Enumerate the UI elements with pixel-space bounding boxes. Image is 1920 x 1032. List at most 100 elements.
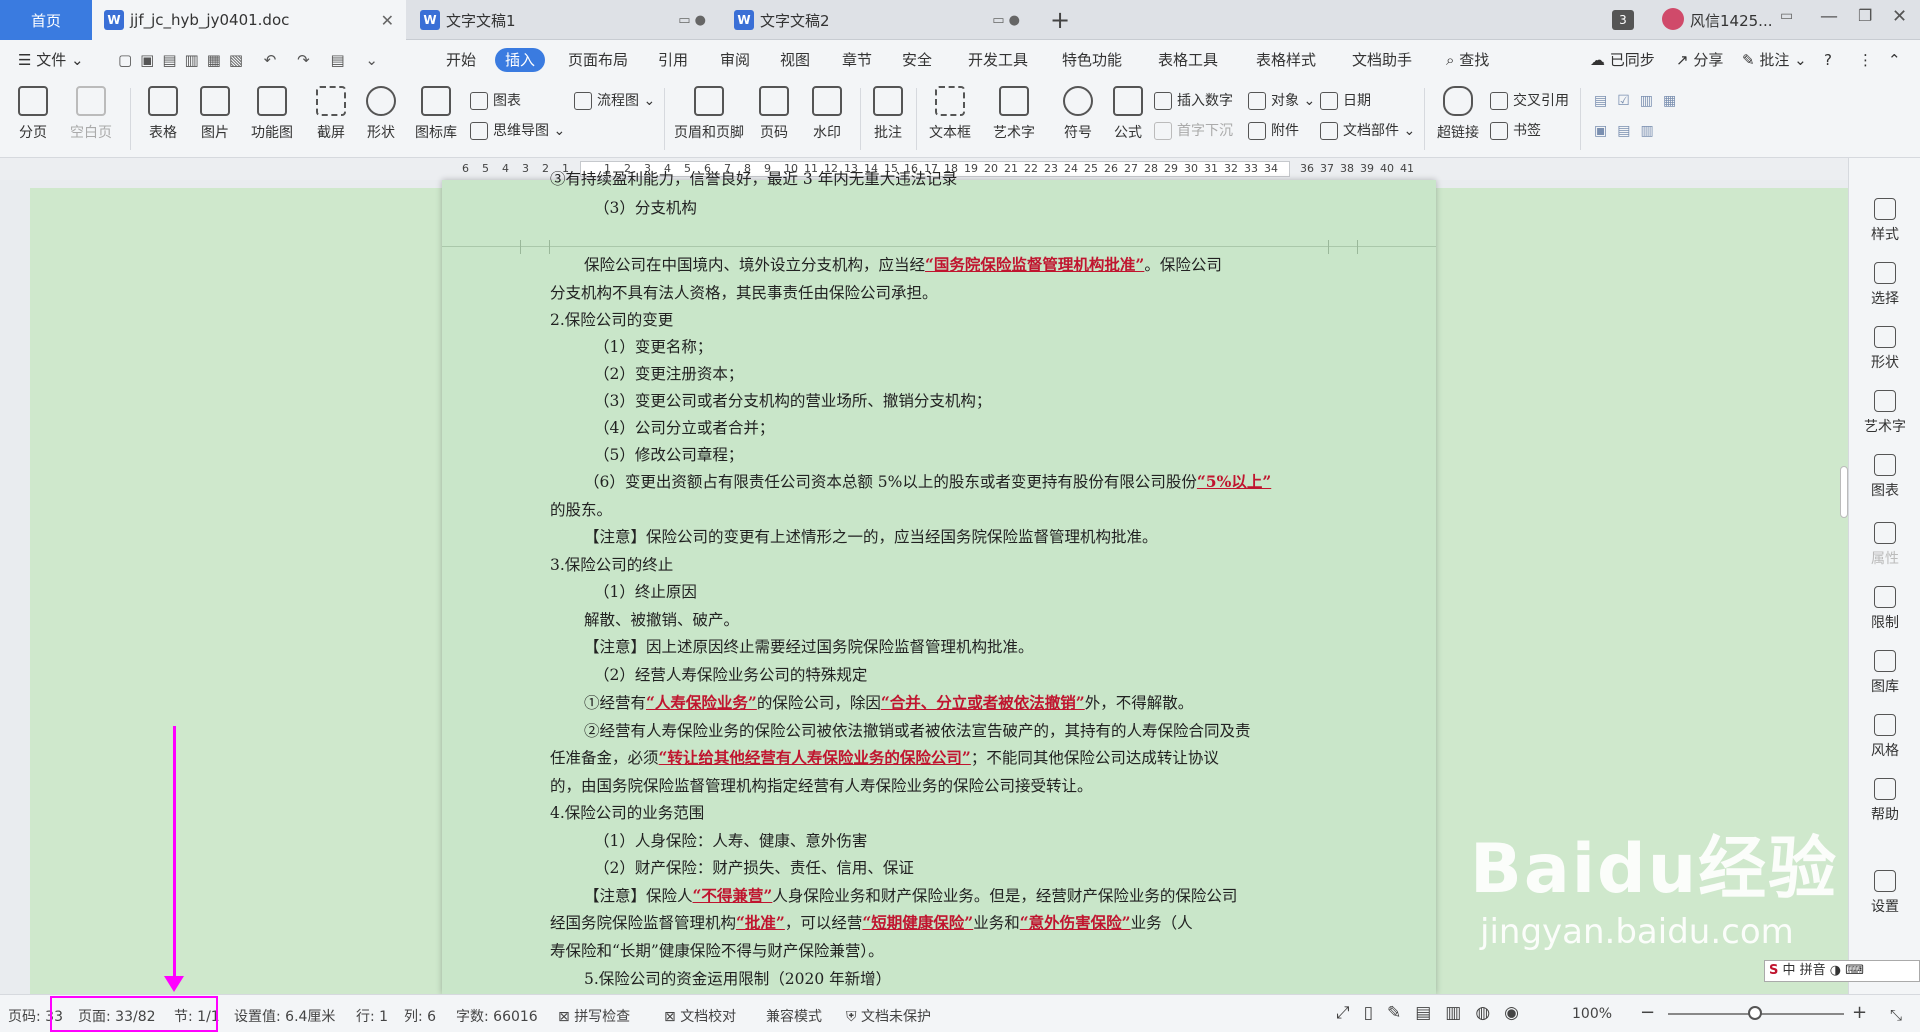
page-number-button[interactable]: 页码 (752, 86, 796, 154)
watermark-button[interactable]: 水印 (802, 86, 852, 154)
attachment-button[interactable]: 附件 (1248, 118, 1299, 144)
form-controls-row-1[interactable]: ▤☑▥▦ (1594, 88, 1686, 114)
doc-paragraph-line[interactable]: （1）人身保险：人寿、健康、意外伤害 (594, 830, 867, 852)
panel-shape-button[interactable]: 形状 (1849, 326, 1920, 372)
zoom-level[interactable]: 100% (1572, 1006, 1612, 1022)
doc-paragraph-line[interactable]: 3.保险公司的终止 (550, 554, 673, 576)
doc-paragraph-line[interactable]: ②经营有人寿保险业务的保险公司被依法撤销或者被依法宣告破产的，其持有的人寿保险合… (584, 720, 1251, 742)
skin-icon[interactable]: ▭ (1780, 8, 1793, 24)
insert-number-button[interactable]: 插入数字 (1154, 88, 1233, 114)
zoom-out-icon[interactable]: − (1640, 1002, 1655, 1023)
user-name[interactable]: 风信1425... (1690, 10, 1772, 31)
quick-access-icons[interactable]: ▢▣▤▥▦▧ ↶ ↷ ▤ ⌄ (118, 48, 386, 72)
tab-doc-2[interactable]: W 文字文稿2 ▭ ● (722, 0, 1032, 40)
doc-paragraph-line[interactable]: （2）变更注册资本； (594, 363, 743, 385)
doc-paragraph-line[interactable]: （2）经营人寿保险业务公司的特殊规定 (594, 664, 867, 686)
doc-paragraph-line[interactable]: （6）变更出资额占有限责任公司资本总额 5%以上的股东或者变更持有股份有限公司股… (584, 471, 1271, 493)
menu-item-view[interactable]: 视图 (780, 48, 810, 72)
function-chart-button[interactable]: 功能图 (242, 86, 302, 154)
view-mode-icons[interactable]: ⤢▯✎▤▥◍◉ (1336, 1003, 1533, 1023)
doc-paragraph-line[interactable]: （4）公司分立或者合并； (594, 417, 774, 439)
doc-paragraph-line[interactable]: 【注意】保险人“不得兼营”人身保险业务和财产保险业务。但是，经营财产保险业务的保… (584, 885, 1237, 907)
tab-doc-1[interactable]: W 文字文稿1 ▭ ● (408, 0, 718, 40)
collapse-ribbon-icon[interactable]: ⌃ (1888, 48, 1901, 72)
menu-item-review[interactable]: 审阅 (720, 48, 750, 72)
close-window-icon[interactable]: ✕ (1892, 6, 1907, 27)
status-word-count[interactable]: 字数: 66016 (456, 1006, 538, 1026)
menu-item-table-style[interactable]: 表格样式 (1256, 48, 1316, 72)
doc-paragraph-line[interactable]: （3）分支机构 (594, 197, 697, 219)
panel-gallery-button[interactable]: 图库 (1849, 650, 1920, 696)
more-icon[interactable]: ⋮ (1858, 48, 1873, 72)
comment-button[interactable]: ✎ 批注 ⌄ (1742, 48, 1807, 72)
protect-button[interactable]: ⛨ 文档未保护 (846, 1006, 931, 1026)
panel-style-button[interactable]: 样式 (1849, 198, 1920, 244)
ime-toolbar[interactable]: S 中 拼音 ◑ ⌨ (1764, 960, 1920, 982)
menu-item-assistant[interactable]: 文档助手 (1352, 48, 1412, 72)
spell-check-button[interactable]: ⊠ 拼写检查 (558, 1006, 630, 1026)
tab-doc-active[interactable]: W jjf_jc_hyb_jy0401.doc ✕ (92, 0, 406, 40)
menu-item-insert[interactable]: 插入 (495, 48, 546, 72)
wordart-button[interactable]: 艺术字 (986, 86, 1042, 154)
menu-item-security[interactable]: 安全 (902, 48, 932, 72)
minimize-icon[interactable]: — (1820, 6, 1838, 27)
blank-page-button[interactable]: 空白页 (62, 86, 120, 154)
date-button[interactable]: 日期 (1320, 88, 1371, 114)
form-controls-row-2[interactable]: ▣▤▥ (1594, 118, 1664, 144)
doc-parts-button[interactable]: 文档部件 ⌄ (1320, 118, 1415, 144)
drop-cap-button[interactable]: 首字下沉 (1154, 118, 1233, 144)
doc-paragraph-line[interactable]: （1）变更名称； (594, 336, 712, 358)
picture-button[interactable]: 图片 (192, 86, 238, 154)
doc-paragraph-line[interactable]: 经国务院保险监督管理机构“批准”，可以经营“短期健康保险”业务和“意外伤害保险”… (550, 912, 1193, 934)
doc-paragraph-line[interactable]: 【注意】保险公司的变更有上述情形之一的，应当经国务院保险监督管理机构批准。 (584, 526, 1158, 548)
search-button[interactable]: ⌕ 查找 (1446, 48, 1489, 72)
menu-item-features[interactable]: 特色功能 (1062, 48, 1122, 72)
new-tab-button[interactable]: + (1050, 6, 1070, 34)
menu-file[interactable]: ☰ 文件 ⌄ (18, 48, 84, 72)
avatar[interactable] (1662, 8, 1684, 30)
panel-settings-button[interactable]: 设置 (1849, 870, 1920, 916)
menu-item-layout[interactable]: 页面布局 (568, 48, 628, 72)
panel-restrict-button[interactable]: 限制 (1849, 586, 1920, 632)
shape-button[interactable]: 形状 (358, 86, 404, 154)
fullscreen-icon[interactable]: ⤡ (1890, 1006, 1902, 1024)
doc-paragraph-line[interactable]: （3）变更公司或者分支机构的营业场所、撤销分支机构； (594, 390, 991, 412)
doc-paragraph-line[interactable]: 寿保险和“长期”健康保险不得与财产保险兼营）。 (550, 940, 884, 962)
doc-paragraph-line[interactable]: 的股东。 (550, 499, 612, 521)
menu-item-devtools[interactable]: 开发工具 (968, 48, 1028, 72)
tab-count-badge[interactable]: 3 (1612, 10, 1634, 30)
zoom-in-icon[interactable]: + (1852, 1002, 1867, 1023)
doc-paragraph-line[interactable]: ①经营有“人寿保险业务”的保险公司，除因“合并、分立或者被依法撤销”外，不得解散… (584, 692, 1193, 714)
panel-wordart-button[interactable]: 艺术字 (1849, 390, 1920, 436)
menu-item-chapter[interactable]: 章节 (842, 48, 872, 72)
doc-paragraph-line[interactable]: 分支机构不具有法人资格，其民事责任由保险公司承担。 (550, 282, 938, 304)
tab-home[interactable]: 首页 (0, 0, 92, 40)
doc-paragraph-line[interactable]: 解散、被撤销、破产。 (584, 609, 739, 631)
header-footer-button[interactable]: 页眉和页脚 (670, 86, 748, 154)
page-break-button[interactable]: 分页 (10, 86, 56, 154)
share-button[interactable]: ↗ 分享 (1676, 48, 1723, 72)
doc-paragraph-line[interactable]: （5）修改公司章程； (594, 444, 743, 466)
panel-help-button[interactable]: 帮助 (1849, 778, 1920, 824)
zoom-slider-thumb[interactable] (1748, 1006, 1762, 1020)
sync-button[interactable]: ☁ 已同步 (1590, 48, 1655, 72)
doc-paragraph-line[interactable]: 4.保险公司的业务范围 (550, 802, 704, 824)
doc-paragraph-line[interactable]: 保险公司在中国境内、境外设立分支机构，应当经“国务院保险监督管理机构批准”。保险… (584, 254, 1222, 276)
doc-paragraph-line[interactable]: （1）终止原因 (594, 581, 697, 603)
menu-item-start[interactable]: 开始 (446, 48, 476, 72)
formula-button[interactable]: 公式 (1106, 86, 1150, 154)
doc-paragraph-line[interactable]: 任准备金，必须“转让给其他经营有人寿保险业务的保险公司”；不能同其他保险公司达成… (550, 747, 1219, 769)
flowchart-button[interactable]: 流程图 ⌄ (574, 88, 655, 114)
cross-reference-button[interactable]: 交叉引用 (1490, 88, 1569, 114)
status-setting-value[interactable]: 设置值: 6.4厘米 (234, 1006, 335, 1026)
bookmark-button[interactable]: 书签 (1490, 118, 1541, 144)
panel-chart-button[interactable]: 图表 (1849, 454, 1920, 500)
close-icon[interactable]: ✕ (381, 11, 394, 30)
icon-library-button[interactable]: 图标库 (408, 86, 464, 154)
panel-select-button[interactable]: 选择 (1849, 262, 1920, 308)
mindmap-button[interactable]: 思维导图 ⌄ (470, 118, 565, 144)
menu-item-references[interactable]: 引用 (658, 48, 688, 72)
object-button[interactable]: 对象 ⌄ (1248, 88, 1315, 114)
screenshot-button[interactable]: 截屏 (308, 86, 354, 154)
vertical-scrollbar-thumb[interactable] (1840, 466, 1848, 518)
